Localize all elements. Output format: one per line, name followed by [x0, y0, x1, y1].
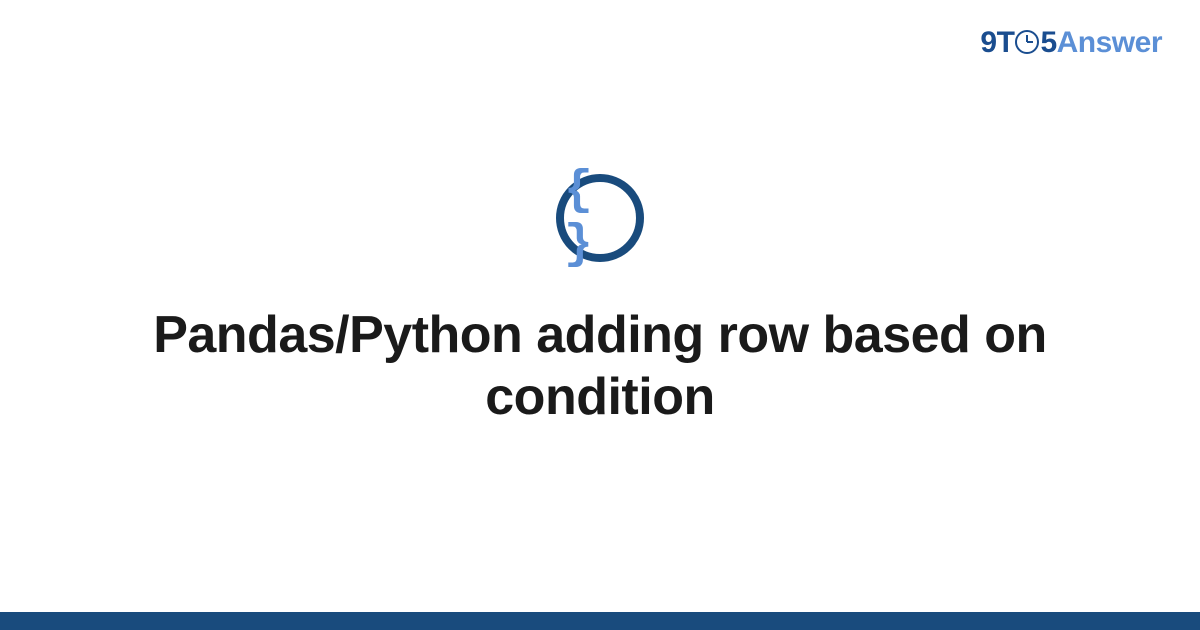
code-braces-glyph: { }: [564, 164, 636, 272]
page-title: Pandas/Python adding row based on condit…: [100, 304, 1100, 429]
topic-icon-wrap: { }: [556, 174, 644, 262]
footer-bar: [0, 612, 1200, 630]
code-braces-icon: { }: [556, 174, 644, 262]
main-content: { } Pandas/Python adding row based on co…: [0, 0, 1200, 612]
